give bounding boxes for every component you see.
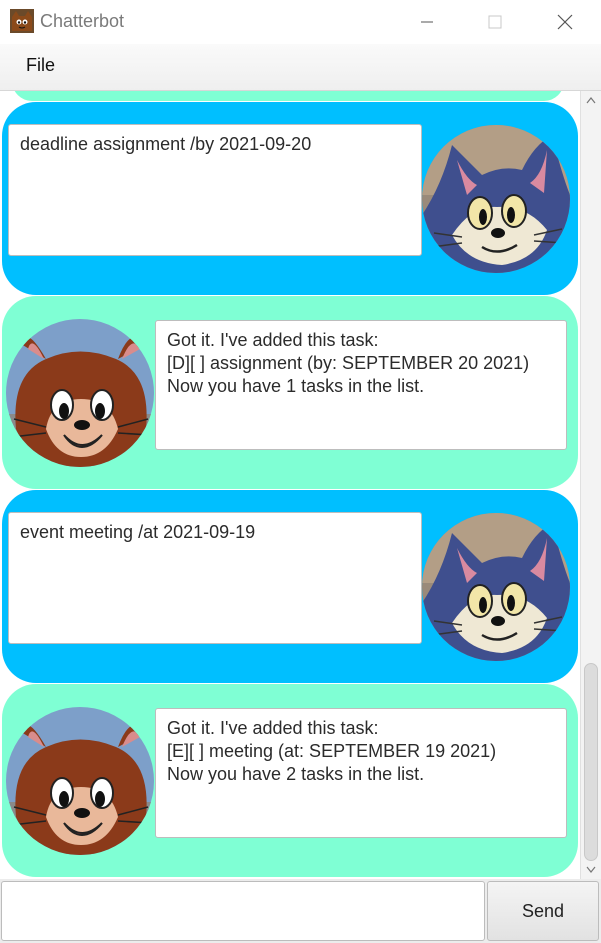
scroll-up-button[interactable]	[581, 91, 601, 109]
window-title: Chatterbot	[40, 11, 125, 31]
user-message-text: deadline assignment /by 2021-09-20	[8, 124, 422, 256]
maximize-icon	[488, 15, 502, 29]
app-window: Chatterbot File deadline assignment /by …	[0, 0, 601, 943]
tom-avatar-image	[422, 125, 570, 273]
tom-avatar-image	[422, 513, 570, 661]
jerry-avatar-image	[6, 707, 154, 855]
close-icon	[557, 14, 573, 30]
jerry-avatar-image	[6, 319, 154, 467]
maximize-button[interactable]	[472, 0, 518, 44]
bot-message-text: Got it. I've added this task: [D][ ] ass…	[155, 320, 567, 450]
minimize-icon	[421, 21, 433, 23]
chevron-down-icon	[586, 866, 596, 873]
menu-file[interactable]: File	[24, 53, 57, 78]
minimize-button[interactable]	[404, 0, 450, 44]
input-row: Send	[0, 879, 601, 943]
tom-cat-avatar	[422, 125, 570, 273]
chat-scroll-pane[interactable]: deadline assignment /by 2021-09-20 Got i…	[0, 91, 580, 879]
user-message-text: event meeting /at 2021-09-19	[8, 512, 422, 644]
bot-message-text: Got it. I've added this task: [E][ ] mee…	[155, 708, 567, 838]
jerry-mouse-avatar	[6, 707, 154, 855]
send-button[interactable]: Send	[487, 881, 599, 941]
vertical-scrollbar[interactable]	[580, 91, 601, 879]
cat-face-icon	[10, 9, 34, 33]
message-input[interactable]	[1, 881, 485, 941]
close-button[interactable]	[542, 0, 588, 44]
jerry-mouse-avatar	[6, 319, 154, 467]
menu-bar: File	[0, 44, 601, 91]
previous-bot-bubble	[12, 91, 564, 101]
chevron-up-icon	[586, 97, 596, 104]
title-bar[interactable]: Chatterbot	[0, 0, 601, 44]
tom-cat-avatar	[422, 513, 570, 661]
scrollbar-thumb[interactable]	[584, 663, 598, 861]
scroll-down-button[interactable]	[581, 861, 601, 879]
